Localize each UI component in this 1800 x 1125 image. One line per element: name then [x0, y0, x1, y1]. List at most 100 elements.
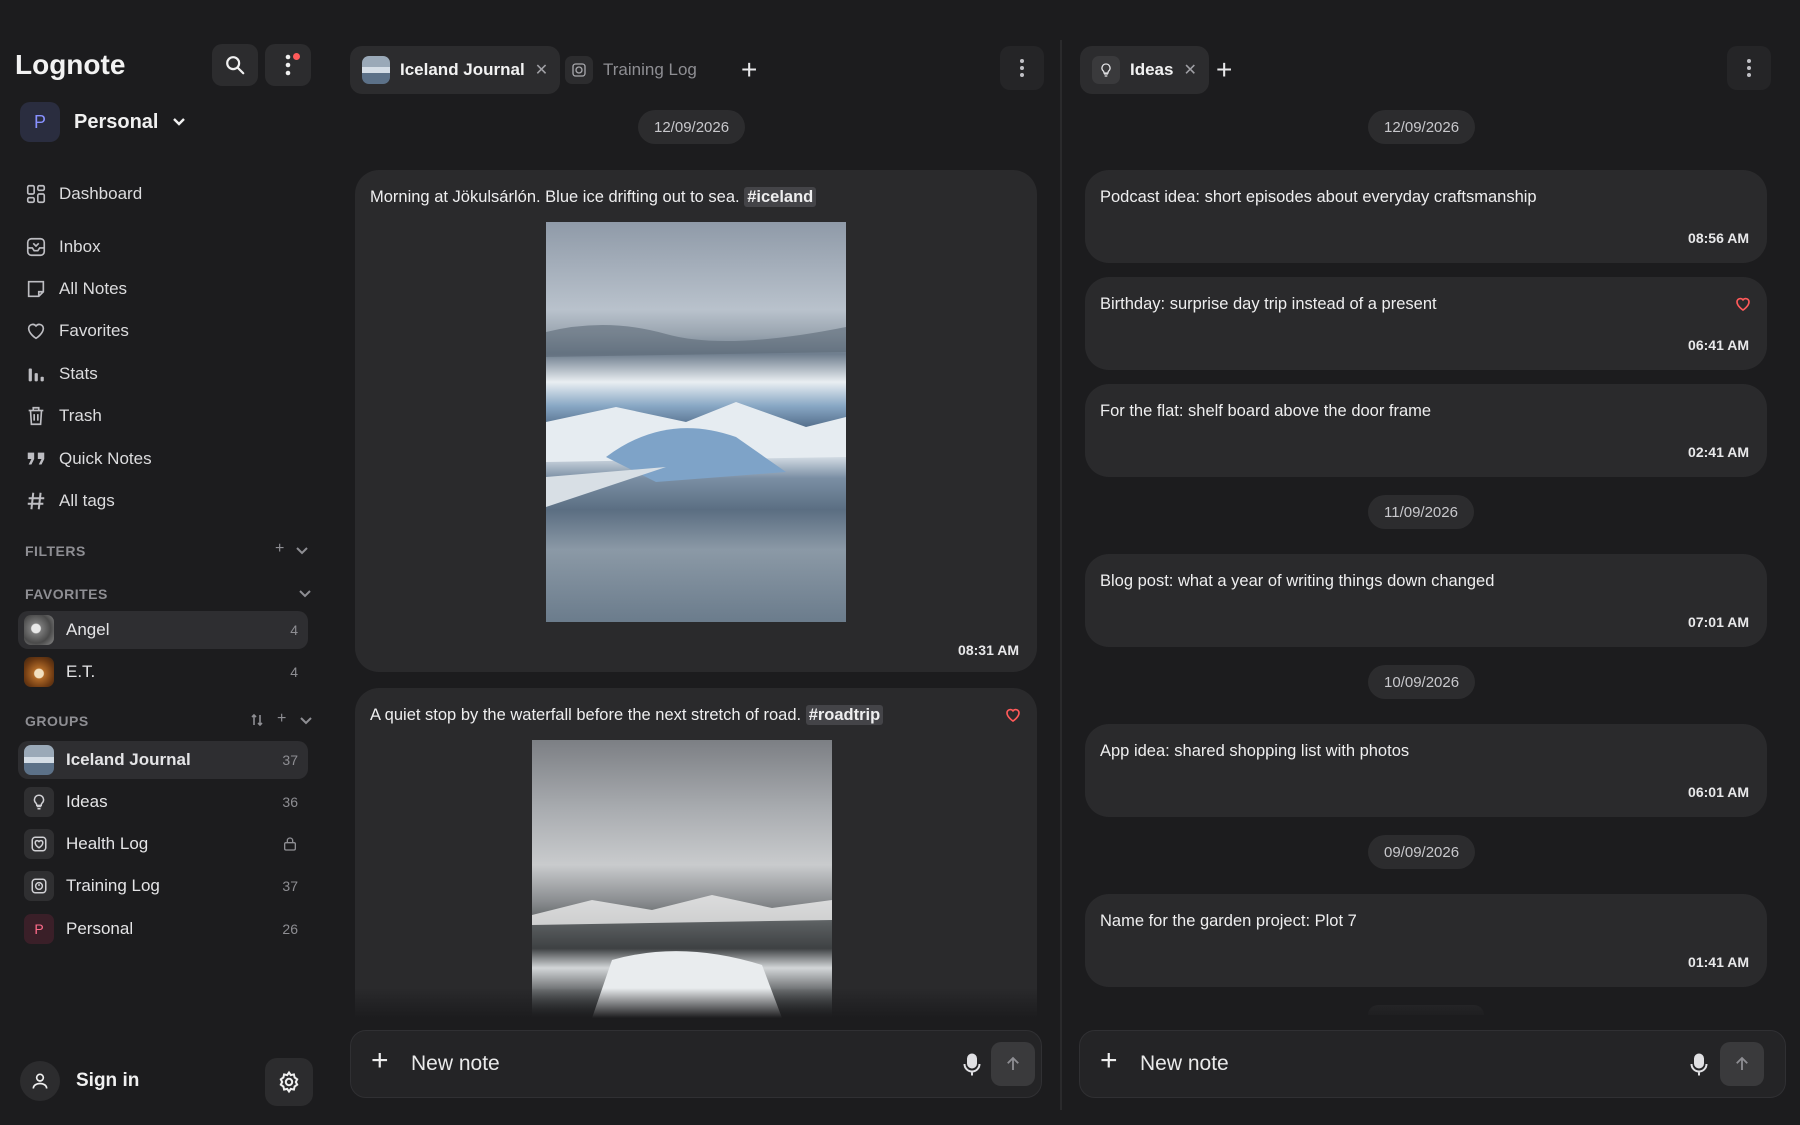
- new-tab-button[interactable]: +: [741, 56, 757, 84]
- angel-avatar: [24, 615, 54, 645]
- search-icon: [226, 56, 245, 75]
- pane-divider[interactable]: [1060, 40, 1062, 1110]
- training-icon: [24, 871, 54, 901]
- settings-button[interactable]: [265, 1058, 313, 1106]
- note-card[interactable]: For the flat: shelf board above the door…: [1085, 384, 1767, 477]
- microphone-icon[interactable]: [963, 1053, 981, 1077]
- chevron-down-icon[interactable]: [299, 586, 311, 602]
- attach-plus-button[interactable]: +: [371, 1046, 389, 1076]
- nav-trash[interactable]: Trash: [25, 405, 102, 427]
- note-card[interactable]: Birthday: surprise day trip instead of a…: [1085, 277, 1767, 370]
- search-button[interactable]: [212, 44, 258, 86]
- iceland-journal-thumbnail: [362, 56, 390, 84]
- new-note-composer[interactable]: + New note: [1079, 1030, 1786, 1098]
- attach-plus-button[interactable]: +: [1100, 1046, 1118, 1076]
- add-group-button[interactable]: +: [277, 710, 286, 730]
- app-logo: Lognote: [15, 49, 126, 80]
- nav-all-tags[interactable]: All tags: [25, 490, 115, 512]
- microphone-icon[interactable]: [1690, 1053, 1708, 1077]
- arrow-up-icon: [1736, 1056, 1748, 1070]
- nav-label: Stats: [59, 364, 98, 383]
- note-text: For the flat: shelf board above the door…: [1100, 402, 1432, 420]
- group-count: 37: [282, 752, 298, 768]
- group-item-training-log[interactable]: Training Log 37: [18, 867, 308, 905]
- more-menu-button[interactable]: [265, 44, 311, 86]
- group-item-ideas[interactable]: Ideas 36: [18, 783, 308, 821]
- add-filter-button[interactable]: +: [275, 540, 284, 560]
- groups-controls: +: [251, 710, 313, 730]
- note-photo-waterfall[interactable]: [532, 740, 832, 1018]
- note-time: 01:41 AM: [1688, 954, 1749, 970]
- pane-menu-button[interactable]: [1000, 46, 1044, 90]
- glacier-illustration: [546, 324, 846, 507]
- new-note-composer[interactable]: + New note: [350, 1030, 1042, 1098]
- scroll-fade: [355, 988, 1037, 1018]
- nav-stats[interactable]: Stats: [25, 363, 98, 385]
- note-text: Birthday: surprise day trip instead of a…: [1100, 295, 1437, 313]
- group-label: Training Log: [66, 876, 160, 895]
- pane-menu-button[interactable]: [1727, 46, 1771, 90]
- tab-label: Iceland Journal: [400, 60, 525, 79]
- nav-favorites[interactable]: Favorites: [25, 320, 129, 342]
- note-photo-glacier-lagoon[interactable]: [546, 222, 846, 622]
- close-tab-icon[interactable]: ✕: [1183, 60, 1196, 80]
- tab-label: Training Log: [603, 60, 697, 79]
- group-item-iceland-journal[interactable]: Iceland Journal 37: [18, 741, 308, 779]
- favorite-item-et[interactable]: E.T. 4: [18, 653, 308, 691]
- nav-label: All tags: [59, 491, 115, 510]
- note-time: 06:01 AM: [1688, 784, 1749, 800]
- training-icon: [565, 56, 593, 84]
- kebab-icon: [1020, 59, 1024, 77]
- group-label: Ideas: [66, 792, 108, 811]
- note-card[interactable]: Blog post: what a year of writing things…: [1085, 554, 1767, 647]
- new-note-input[interactable]: New note: [411, 1052, 500, 1076]
- nav-dashboard[interactable]: Dashboard: [25, 183, 142, 205]
- note-card[interactable]: Podcast idea: short episodes about every…: [1085, 170, 1767, 263]
- scroll-fade: [1085, 990, 1767, 1020]
- close-tab-icon[interactable]: ✕: [535, 60, 548, 80]
- chevron-down-icon[interactable]: [300, 710, 313, 730]
- nav-inbox[interactable]: Inbox: [25, 236, 101, 258]
- group-item-health-log[interactable]: Health Log: [18, 825, 308, 863]
- sidebar: Lognote P Personal Dashboard Inbox All N…: [0, 0, 330, 1125]
- nav-label: Favorites: [59, 321, 129, 340]
- group-label: Iceland Journal: [66, 750, 191, 769]
- group-item-personal[interactable]: P Personal 26: [18, 910, 308, 948]
- new-note-input[interactable]: New note: [1140, 1052, 1229, 1076]
- heart-icon: [27, 323, 45, 340]
- favorite-label: E.T.: [66, 662, 96, 681]
- left-note-pane: Iceland Journal ✕ Training Log + 12/09/2…: [335, 0, 1060, 1125]
- tab-ideas[interactable]: Ideas ✕: [1080, 46, 1209, 94]
- note-tag[interactable]: #roadtrip: [805, 705, 884, 725]
- gear-icon: [279, 1070, 299, 1094]
- kebab-icon: [285, 54, 291, 76]
- tab-iceland-journal[interactable]: Iceland Journal ✕: [350, 46, 561, 94]
- send-button[interactable]: [991, 1042, 1035, 1086]
- nav-all-notes[interactable]: All Notes: [25, 278, 127, 300]
- nav-label: Inbox: [59, 237, 101, 256]
- note-card[interactable]: Name for the garden project: Plot 7 01:4…: [1085, 894, 1767, 987]
- date-separator: 12/09/2026: [638, 110, 746, 144]
- workspace-switcher[interactable]: P Personal: [20, 102, 186, 142]
- note-card[interactable]: Morning at Jökulsárlón. Blue ice driftin…: [355, 170, 1037, 672]
- note-card[interactable]: A quiet stop by the waterfall before the…: [355, 688, 1037, 1018]
- chevron-down-icon[interactable]: [296, 540, 309, 560]
- note-tag[interactable]: #iceland: [744, 187, 817, 207]
- sort-icon[interactable]: [251, 710, 263, 730]
- favorite-heart-icon[interactable]: [1734, 295, 1752, 313]
- note-card[interactable]: App idea: shared shopping list with phot…: [1085, 724, 1767, 817]
- sign-in-label: Sign in: [76, 1070, 140, 1091]
- chevron-down-icon: [173, 118, 186, 126]
- sign-in-button[interactable]: Sign in: [20, 1061, 139, 1101]
- note-time: 08:56 AM: [1688, 230, 1749, 246]
- tab-training-log[interactable]: Training Log: [553, 46, 709, 94]
- personal-avatar: P: [24, 914, 54, 944]
- favorite-label: Angel: [66, 620, 110, 639]
- note-time: 02:41 AM: [1688, 444, 1749, 460]
- new-tab-button[interactable]: +: [1216, 56, 1232, 84]
- send-button[interactable]: [1720, 1042, 1764, 1086]
- favorite-item-angel[interactable]: Angel 4: [18, 611, 308, 649]
- note-time: 08:31 AM: [958, 642, 1019, 658]
- nav-quick-notes[interactable]: Quick Notes: [25, 448, 152, 470]
- favorite-heart-icon[interactable]: [1004, 706, 1022, 724]
